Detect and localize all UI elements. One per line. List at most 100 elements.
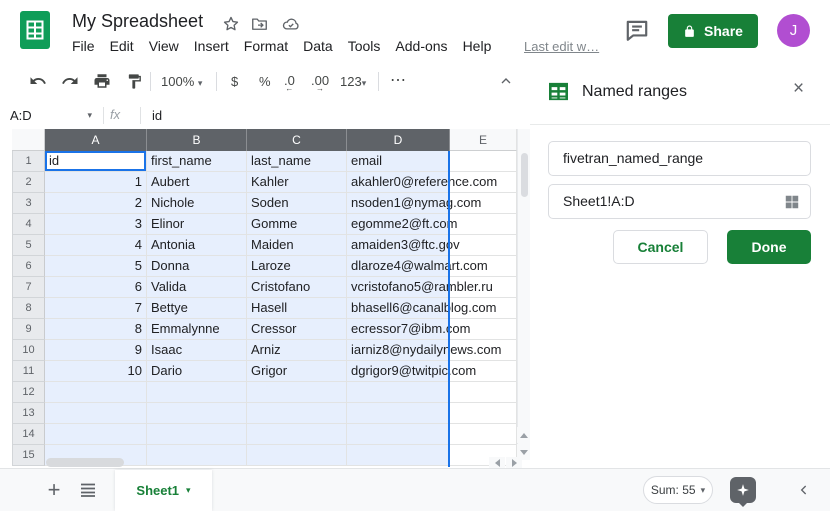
- range-reference-input[interactable]: Sheet1!A:D: [548, 184, 811, 219]
- cell-D10[interactable]: iarniz8@nydailynews.com: [347, 340, 450, 361]
- cell-A2[interactable]: 1: [45, 172, 147, 193]
- cell-D5[interactable]: amaiden3@ftc.gov: [347, 235, 450, 256]
- cell-E4[interactable]: [450, 214, 517, 235]
- undo-icon[interactable]: [25, 68, 51, 94]
- chevron-left-icon[interactable]: [792, 478, 816, 502]
- sheets-logo-icon[interactable]: [20, 11, 50, 49]
- share-button[interactable]: Share: [668, 14, 758, 48]
- name-box[interactable]: A:D ▾: [0, 103, 100, 128]
- cell-C12[interactable]: [247, 382, 347, 403]
- format-currency-button[interactable]: $: [231, 74, 238, 89]
- row-header-8[interactable]: 8: [12, 298, 45, 319]
- cell-A9[interactable]: 8: [45, 319, 147, 340]
- move-folder-icon[interactable]: [250, 15, 268, 33]
- menu-add-ons[interactable]: Add-ons: [395, 38, 447, 54]
- cell-B3[interactable]: Nichole: [147, 193, 247, 214]
- menu-view[interactable]: View: [149, 38, 179, 54]
- row-header-4[interactable]: 4: [12, 214, 45, 235]
- row-header-10[interactable]: 10: [12, 340, 45, 361]
- all-sheets-icon[interactable]: [76, 478, 100, 502]
- cell-B11[interactable]: Dario: [147, 361, 247, 382]
- row-header-12[interactable]: 12: [12, 382, 45, 403]
- column-header-E[interactable]: E: [450, 129, 517, 151]
- sheet-tab[interactable]: Sheet1 ▾: [115, 470, 212, 511]
- cell-B5[interactable]: Antonia: [147, 235, 247, 256]
- menu-file[interactable]: File: [72, 38, 95, 54]
- cell-C6[interactable]: Laroze: [247, 256, 347, 277]
- cloud-saved-icon[interactable]: [281, 15, 299, 33]
- cell-C1[interactable]: last_name: [247, 151, 347, 172]
- cell-A8[interactable]: 7: [45, 298, 147, 319]
- cell-B10[interactable]: Isaac: [147, 340, 247, 361]
- cell-B6[interactable]: Donna: [147, 256, 247, 277]
- cell-D13[interactable]: [347, 403, 450, 424]
- cell-E13[interactable]: [450, 403, 517, 424]
- column-header-B[interactable]: B: [147, 129, 247, 151]
- vertical-scrollbar-thumb[interactable]: [521, 153, 528, 197]
- decrease-decimal-button[interactable]: .0←: [284, 73, 295, 88]
- cell-D12[interactable]: [347, 382, 450, 403]
- cell-C3[interactable]: Soden: [247, 193, 347, 214]
- row-header-15[interactable]: 15: [12, 445, 45, 466]
- cell-C5[interactable]: Maiden: [247, 235, 347, 256]
- avatar[interactable]: J: [777, 14, 810, 47]
- row-header-13[interactable]: 13: [12, 403, 45, 424]
- cell-B14[interactable]: [147, 424, 247, 445]
- cell-B8[interactable]: Bettye: [147, 298, 247, 319]
- cell-A12[interactable]: [45, 382, 147, 403]
- column-header-D[interactable]: D: [347, 129, 450, 151]
- cell-B1[interactable]: first_name: [147, 151, 247, 172]
- scroll-up-button[interactable]: [517, 427, 530, 443]
- explore-button[interactable]: [730, 477, 756, 503]
- cell-B2[interactable]: Aubert: [147, 172, 247, 193]
- cell-D9[interactable]: ecressor7@ibm.com: [347, 319, 450, 340]
- cell-A4[interactable]: 3: [45, 214, 147, 235]
- scroll-right-button[interactable]: [506, 457, 522, 468]
- cell-A10[interactable]: 9: [45, 340, 147, 361]
- menu-edit[interactable]: Edit: [110, 38, 134, 54]
- paint-format-icon[interactable]: [121, 68, 147, 94]
- close-icon[interactable]: ×: [793, 79, 804, 98]
- cell-C13[interactable]: [247, 403, 347, 424]
- comment-icon[interactable]: [624, 17, 652, 45]
- cell-C4[interactable]: Gomme: [247, 214, 347, 235]
- zoom-select[interactable]: 100% ▾: [161, 74, 202, 89]
- cell-D3[interactable]: nsoden1@nymag.com: [347, 193, 450, 214]
- print-icon[interactable]: [89, 68, 115, 94]
- cell-B4[interactable]: Elinor: [147, 214, 247, 235]
- row-header-5[interactable]: 5: [12, 235, 45, 256]
- row-header-2[interactable]: 2: [12, 172, 45, 193]
- scroll-left-button[interactable]: [489, 457, 505, 468]
- cell-A7[interactable]: 6: [45, 277, 147, 298]
- cell-A14[interactable]: [45, 424, 147, 445]
- menu-tools[interactable]: Tools: [348, 38, 381, 54]
- last-edit-link[interactable]: Last edit w…: [524, 39, 599, 54]
- collapse-toolbar-icon[interactable]: [493, 68, 519, 94]
- cell-B7[interactable]: Valida: [147, 277, 247, 298]
- cell-C8[interactable]: Hasell: [247, 298, 347, 319]
- sum-dropdown[interactable]: Sum: 55 ▾: [643, 476, 713, 504]
- cell-A6[interactable]: 5: [45, 256, 147, 277]
- menu-format[interactable]: Format: [244, 38, 288, 54]
- cell-E1[interactable]: [450, 151, 517, 172]
- column-header-C[interactable]: C: [247, 129, 347, 151]
- number-format-button[interactable]: 123▾: [340, 74, 366, 89]
- row-header-7[interactable]: 7: [12, 277, 45, 298]
- cell-D7[interactable]: vcristofano5@rambler.ru: [347, 277, 450, 298]
- row-header-14[interactable]: 14: [12, 424, 45, 445]
- cell-A11[interactable]: 10: [45, 361, 147, 382]
- cancel-button[interactable]: Cancel: [613, 230, 708, 264]
- cell-D8[interactable]: bhasell6@canalblog.com: [347, 298, 450, 319]
- format-percent-button[interactable]: %: [259, 74, 271, 89]
- cell-A13[interactable]: [45, 403, 147, 424]
- cell-D15[interactable]: [347, 445, 450, 466]
- done-button[interactable]: Done: [727, 230, 811, 264]
- range-name-input[interactable]: fivetran_named_range: [548, 141, 811, 176]
- column-header-A[interactable]: A: [45, 129, 147, 151]
- document-title[interactable]: My Spreadsheet: [72, 11, 203, 32]
- cell-E5[interactable]: [450, 235, 517, 256]
- cell-C7[interactable]: Cristofano: [247, 277, 347, 298]
- cell-D1[interactable]: email: [347, 151, 450, 172]
- select-data-range-icon[interactable]: [784, 194, 800, 210]
- cell-D11[interactable]: dgrigor9@twitpic.com: [347, 361, 450, 382]
